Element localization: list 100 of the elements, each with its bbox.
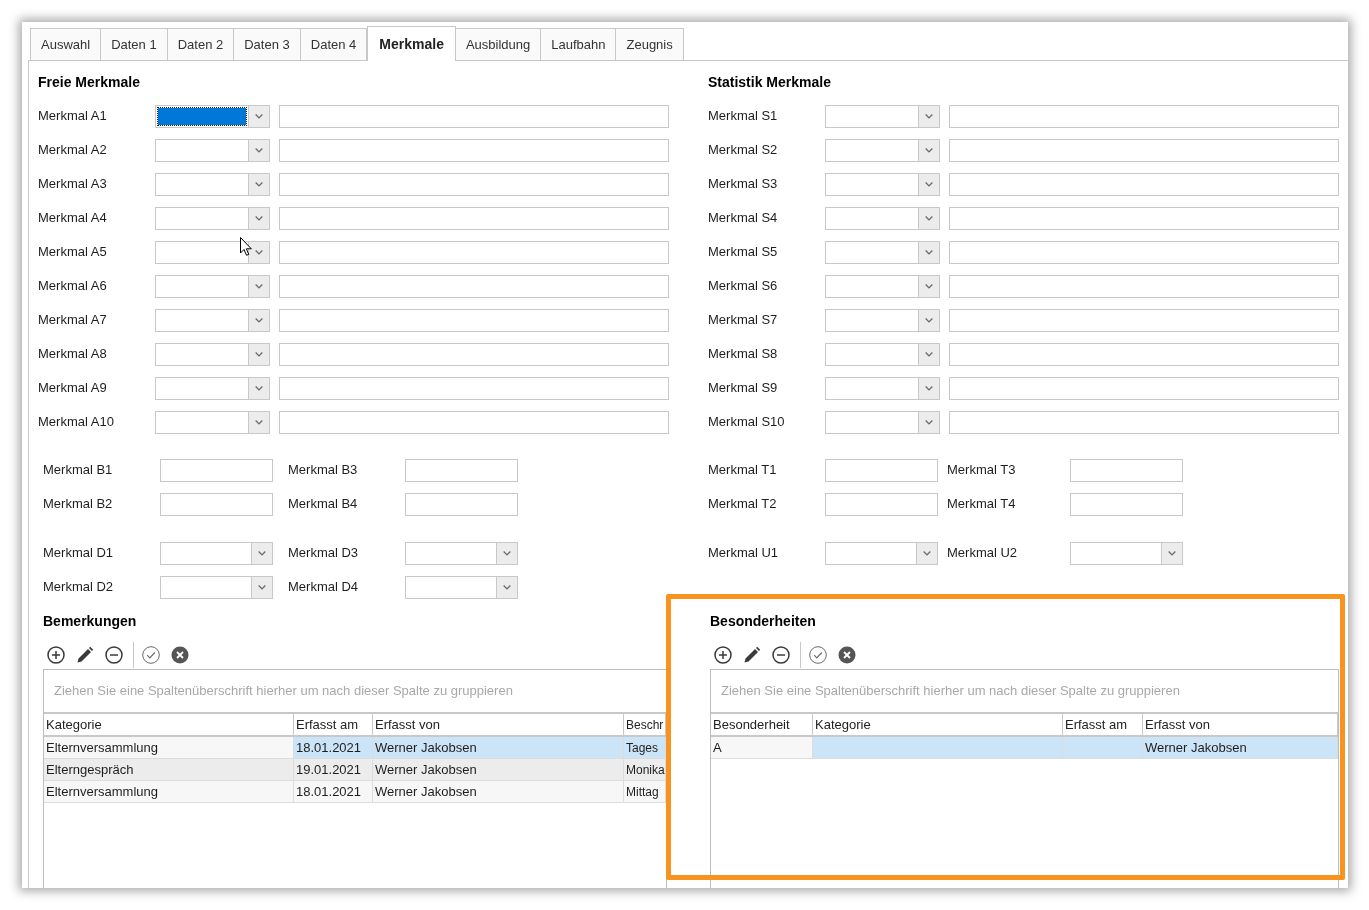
column-header[interactable]: Besonderheit — [711, 714, 813, 735]
field-label: Merkmal A8 — [38, 345, 108, 364]
tab[interactable]: Ausbildung — [455, 28, 542, 60]
text-field[interactable] — [949, 376, 1339, 400]
dropdown-field[interactable] — [405, 541, 518, 565]
text-field[interactable] — [1070, 458, 1183, 482]
minus-circle-icon[interactable] — [772, 646, 790, 664]
chevron-down-icon — [918, 139, 939, 161]
text-field[interactable] — [949, 138, 1339, 162]
table-cell: Elternversammlung — [44, 781, 294, 802]
table-cell: 18.01.2021 — [294, 781, 373, 802]
text-field[interactable] — [160, 458, 273, 482]
dropdown-field[interactable] — [160, 541, 273, 565]
text-field[interactable] — [949, 104, 1339, 128]
tab[interactable]: Zeugnis — [616, 28, 684, 60]
minus-circle-icon[interactable] — [105, 646, 123, 664]
dropdown-field[interactable] — [825, 308, 940, 332]
text-field[interactable] — [279, 274, 669, 298]
column-header[interactable]: Erfasst von — [1143, 714, 1338, 735]
close-circle-icon[interactable] — [838, 646, 856, 664]
dropdown-field[interactable] — [825, 342, 940, 366]
dropdown-field[interactable] — [825, 206, 940, 230]
dropdown-field[interactable] — [155, 172, 270, 196]
dropdown-field[interactable] — [155, 342, 270, 366]
column-header[interactable]: Erfasst am — [294, 714, 373, 735]
table-row[interactable]: Elternversammlung 18.01.2021 Werner Jakobsen Mittag — [44, 781, 666, 803]
text-field[interactable] — [279, 240, 669, 264]
text-field[interactable] — [949, 274, 1339, 298]
text-field[interactable] — [279, 376, 669, 400]
table-row[interactable]: A Werner Jakobsen — [711, 737, 1338, 759]
field-label: Merkmal S1 — [708, 107, 779, 126]
close-circle-icon[interactable] — [171, 646, 189, 664]
dropdown-field[interactable] — [405, 575, 518, 599]
tab[interactable]: Merkmale — [367, 26, 456, 61]
text-field[interactable] — [279, 104, 669, 128]
column-header[interactable]: Erfasst von — [373, 714, 624, 735]
text-field[interactable] — [949, 410, 1339, 434]
field-label: Merkmal S9 — [708, 379, 779, 398]
dropdown-field[interactable] — [155, 240, 270, 264]
dropdown-field[interactable] — [825, 376, 940, 400]
column-header[interactable]: Beschr — [624, 714, 666, 735]
dropdown-field[interactable] — [155, 138, 270, 162]
table-row[interactable]: Elternversammlung 18.01.2021 Werner Jakobsen Tages — [44, 737, 666, 759]
column-header[interactable]: Erfasst am — [1063, 714, 1143, 735]
pencil-icon[interactable] — [76, 646, 94, 664]
tab[interactable]: Daten 3 — [234, 28, 301, 60]
text-field[interactable] — [949, 172, 1339, 196]
text-field[interactable] — [279, 342, 669, 366]
chevron-down-icon — [918, 377, 939, 399]
text-field[interactable] — [279, 138, 669, 162]
dropdown-field[interactable] — [160, 575, 273, 599]
dropdown-field[interactable] — [825, 274, 940, 298]
dropdown-field[interactable] — [825, 541, 938, 565]
text-field[interactable] — [279, 410, 669, 434]
dropdown-field[interactable] — [155, 410, 270, 434]
tab[interactable]: Laufbahn — [541, 28, 617, 60]
text-field[interactable] — [1070, 492, 1183, 516]
column-header[interactable]: Kategorie — [813, 714, 1063, 735]
plus-circle-icon[interactable] — [47, 646, 65, 664]
dropdown-field[interactable] — [825, 240, 940, 264]
dropdown-field[interactable] — [155, 308, 270, 332]
text-field[interactable] — [405, 492, 518, 516]
field-label: Merkmal S8 — [708, 345, 779, 364]
chevron-down-icon — [248, 207, 269, 229]
dropdown-field[interactable] — [825, 104, 940, 128]
tab[interactable]: Auswahl — [30, 28, 102, 60]
table-row[interactable]: Elterngespräch 19.01.2021 Werner Jakobsen Monika — [44, 759, 666, 781]
text-field[interactable] — [279, 172, 669, 196]
dropdown-field[interactable] — [825, 138, 940, 162]
dropdown-field[interactable] — [155, 274, 270, 298]
dropdown-field[interactable] — [155, 104, 270, 128]
check-circle-icon[interactable] — [809, 646, 827, 664]
dropdown-field[interactable] — [155, 206, 270, 230]
plus-circle-icon[interactable] — [714, 646, 732, 664]
text-field[interactable] — [160, 492, 273, 516]
dropdown-field[interactable] — [155, 376, 270, 400]
text-field[interactable] — [405, 458, 518, 482]
text-field[interactable] — [949, 342, 1339, 366]
pencil-icon[interactable] — [743, 646, 761, 664]
chevron-down-icon — [918, 173, 939, 195]
column-header[interactable]: Kategorie — [44, 714, 294, 735]
dropdown-field[interactable] — [1070, 541, 1183, 565]
dropdown-field[interactable] — [825, 410, 940, 434]
field-label: Merkmal D2 — [43, 578, 115, 597]
dropdown-field[interactable] — [825, 172, 940, 196]
chevron-down-icon — [918, 343, 939, 365]
text-field[interactable] — [279, 206, 669, 230]
field-label: Merkmal B4 — [288, 495, 359, 514]
text-field[interactable] — [949, 240, 1339, 264]
field-label: Merkmal T2 — [708, 495, 778, 514]
tab[interactable]: Daten 1 — [101, 28, 168, 60]
tab[interactable]: Daten 2 — [167, 28, 235, 60]
check-circle-icon[interactable] — [142, 646, 160, 664]
text-field[interactable] — [825, 492, 938, 516]
chevron-down-icon — [1161, 542, 1182, 564]
text-field[interactable] — [949, 206, 1339, 230]
tab[interactable]: Daten 4 — [300, 28, 368, 60]
text-field[interactable] — [949, 308, 1339, 332]
text-field[interactable] — [279, 308, 669, 332]
text-field[interactable] — [825, 458, 938, 482]
